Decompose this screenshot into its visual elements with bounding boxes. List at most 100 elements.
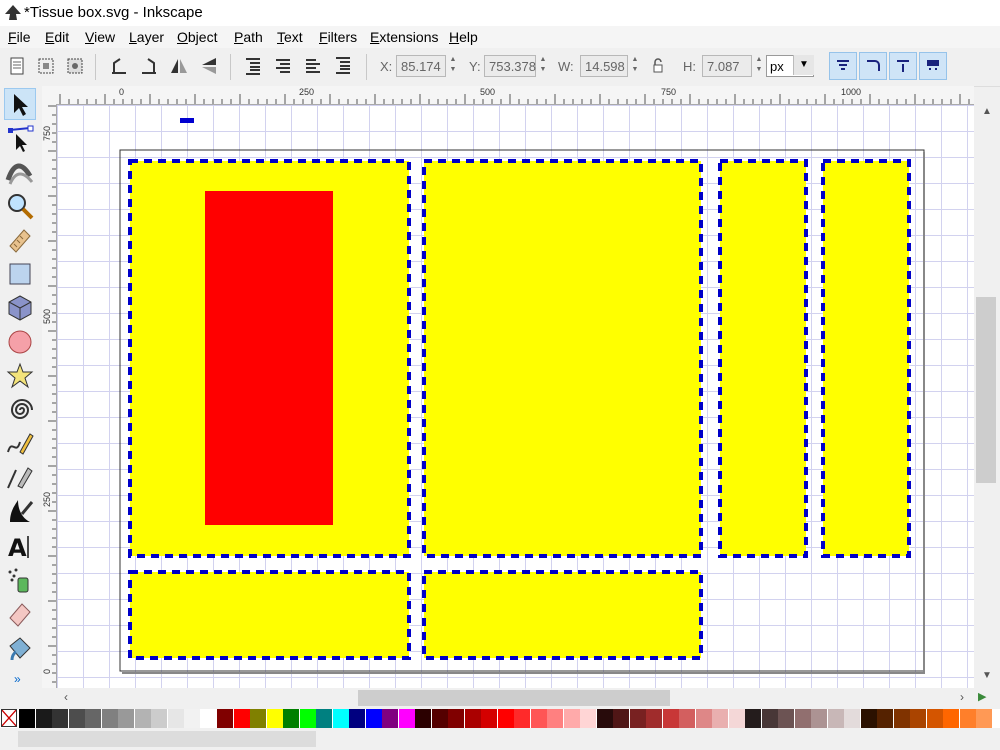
palette-swatch[interactable] [184, 709, 200, 728]
palette-swatch[interactable] [233, 709, 250, 728]
palette-swatch[interactable] [200, 709, 217, 728]
panel-side-left[interactable] [718, 159, 808, 558]
vertical-ruler[interactable]: 750 500 250 0 [42, 104, 57, 688]
palette-swatch[interactable] [52, 709, 68, 728]
unit-select[interactable]: px ▼ [766, 55, 814, 77]
palette-swatch[interactable] [85, 709, 101, 728]
menu-help[interactable]: Help [449, 29, 478, 45]
horizontal-ruler[interactable]: 0 250 500 750 1000 [56, 86, 974, 105]
palette-swatch[interactable] [382, 709, 398, 728]
scale-radius-button[interactable] [859, 52, 887, 80]
horizontal-scroll-thumb[interactable] [358, 690, 670, 706]
deselect-icon[interactable] [64, 55, 86, 77]
menu-path[interactable]: Path [234, 29, 263, 45]
rotate-cw-icon[interactable] [138, 55, 160, 77]
transform-gradient-button[interactable] [889, 52, 917, 80]
select-all-icon[interactable] [6, 55, 28, 77]
palette-swatch[interactable] [19, 709, 35, 728]
y-field[interactable]: 753.378 [484, 55, 536, 77]
menu-view[interactable]: View [85, 29, 115, 45]
palette-swatch[interactable] [283, 709, 299, 728]
transform-pattern-button[interactable] [919, 52, 947, 80]
status-scroll-thumb[interactable] [18, 731, 316, 747]
palette-swatch[interactable] [893, 709, 910, 728]
zoom-tool[interactable] [4, 190, 36, 222]
palette-swatch[interactable] [860, 709, 877, 728]
palette-swatch[interactable] [943, 709, 959, 728]
palette-swatch[interactable] [464, 709, 481, 728]
palette-swatch[interactable] [844, 709, 860, 728]
palette-swatch[interactable] [415, 709, 431, 728]
palette-swatch[interactable] [778, 709, 794, 728]
rectangle-tool[interactable] [4, 258, 36, 290]
ellipse-tool[interactable] [4, 326, 36, 358]
star-tool[interactable] [4, 360, 36, 392]
3d-box-tool[interactable] [4, 292, 36, 324]
lower-icon[interactable] [272, 55, 294, 77]
palette-swatch[interactable] [448, 709, 464, 728]
palette-swatch[interactable] [134, 709, 151, 728]
palette-swatch[interactable] [662, 709, 679, 728]
canvas-drawing[interactable] [57, 105, 974, 688]
palette-swatch[interactable] [811, 709, 827, 728]
palette-swatch[interactable] [299, 709, 316, 728]
palette-swatch[interactable] [761, 709, 778, 728]
tissue-opening-cutout[interactable] [205, 191, 333, 525]
w-field[interactable]: 14.598 [580, 55, 628, 77]
w-spinner[interactable]: ▲ ▼ [629, 55, 641, 77]
palette-swatch[interactable] [596, 709, 613, 728]
pencil-tool[interactable] [4, 428, 36, 460]
raise-icon[interactable] [302, 55, 324, 77]
palette-swatch[interactable] [712, 709, 728, 728]
scrollbar-arrow-icon[interactable]: ▶ [978, 690, 986, 703]
palette-swatch[interactable] [827, 709, 844, 728]
palette-swatch[interactable] [167, 709, 184, 728]
palette-swatch[interactable] [316, 709, 332, 728]
spray-tool[interactable] [4, 564, 36, 596]
calligraphy-tool[interactable] [4, 496, 36, 528]
panel-top[interactable] [128, 570, 411, 660]
text-tool[interactable]: A [4, 530, 36, 562]
palette-swatch[interactable] [217, 709, 233, 728]
menu-layer[interactable]: Layer [129, 29, 164, 45]
palette-swatch[interactable] [646, 709, 662, 728]
toolbox-overflow-icon[interactable]: » [14, 672, 21, 686]
palette-swatch[interactable] [794, 709, 811, 728]
scale-stroke-button[interactable] [829, 52, 857, 80]
menu-object[interactable]: Object [177, 29, 217, 45]
tweak-tool[interactable] [4, 156, 36, 188]
scroll-up-icon[interactable]: ▲ [982, 106, 992, 117]
palette-swatch[interactable] [68, 709, 85, 728]
paint-bucket-tool[interactable] [4, 632, 36, 664]
palette-swatch[interactable] [926, 709, 943, 728]
palette-swatch[interactable] [151, 709, 167, 728]
palette-swatch[interactable] [101, 709, 118, 728]
palette-swatch[interactable] [695, 709, 712, 728]
palette-swatch[interactable] [266, 709, 283, 728]
raise-to-top-icon[interactable] [332, 55, 354, 77]
measure-tool[interactable] [4, 224, 36, 256]
select-all-layers-icon[interactable] [35, 55, 57, 77]
lock-ratio-icon[interactable] [648, 55, 668, 77]
menu-text[interactable]: Text [277, 29, 303, 45]
menu-edit[interactable]: Edit [45, 29, 69, 45]
menu-file[interactable]: File [8, 29, 31, 45]
selector-tool[interactable] [4, 88, 36, 120]
y-spinner[interactable]: ▲ ▼ [537, 55, 549, 77]
panel-side-right[interactable] [821, 159, 911, 558]
scroll-right-icon[interactable]: › [960, 690, 964, 704]
panel-back[interactable] [422, 159, 703, 558]
palette-swatch[interactable] [481, 709, 497, 728]
palette-swatch[interactable] [497, 709, 514, 728]
palette-swatch[interactable] [629, 709, 646, 728]
palette-swatch[interactable] [332, 709, 349, 728]
rotate-ccw-icon[interactable] [108, 55, 130, 77]
palette-swatch[interactable] [580, 709, 596, 728]
h-field[interactable]: 7.087 [702, 55, 752, 77]
pen-tool[interactable] [4, 462, 36, 494]
palette-swatch[interactable] [877, 709, 893, 728]
menu-extensions[interactable]: Extensions [370, 29, 439, 45]
palette-swatch[interactable] [365, 709, 382, 728]
no-paint-icon[interactable] [1, 709, 17, 727]
menu-filters[interactable]: Filters [319, 29, 357, 45]
